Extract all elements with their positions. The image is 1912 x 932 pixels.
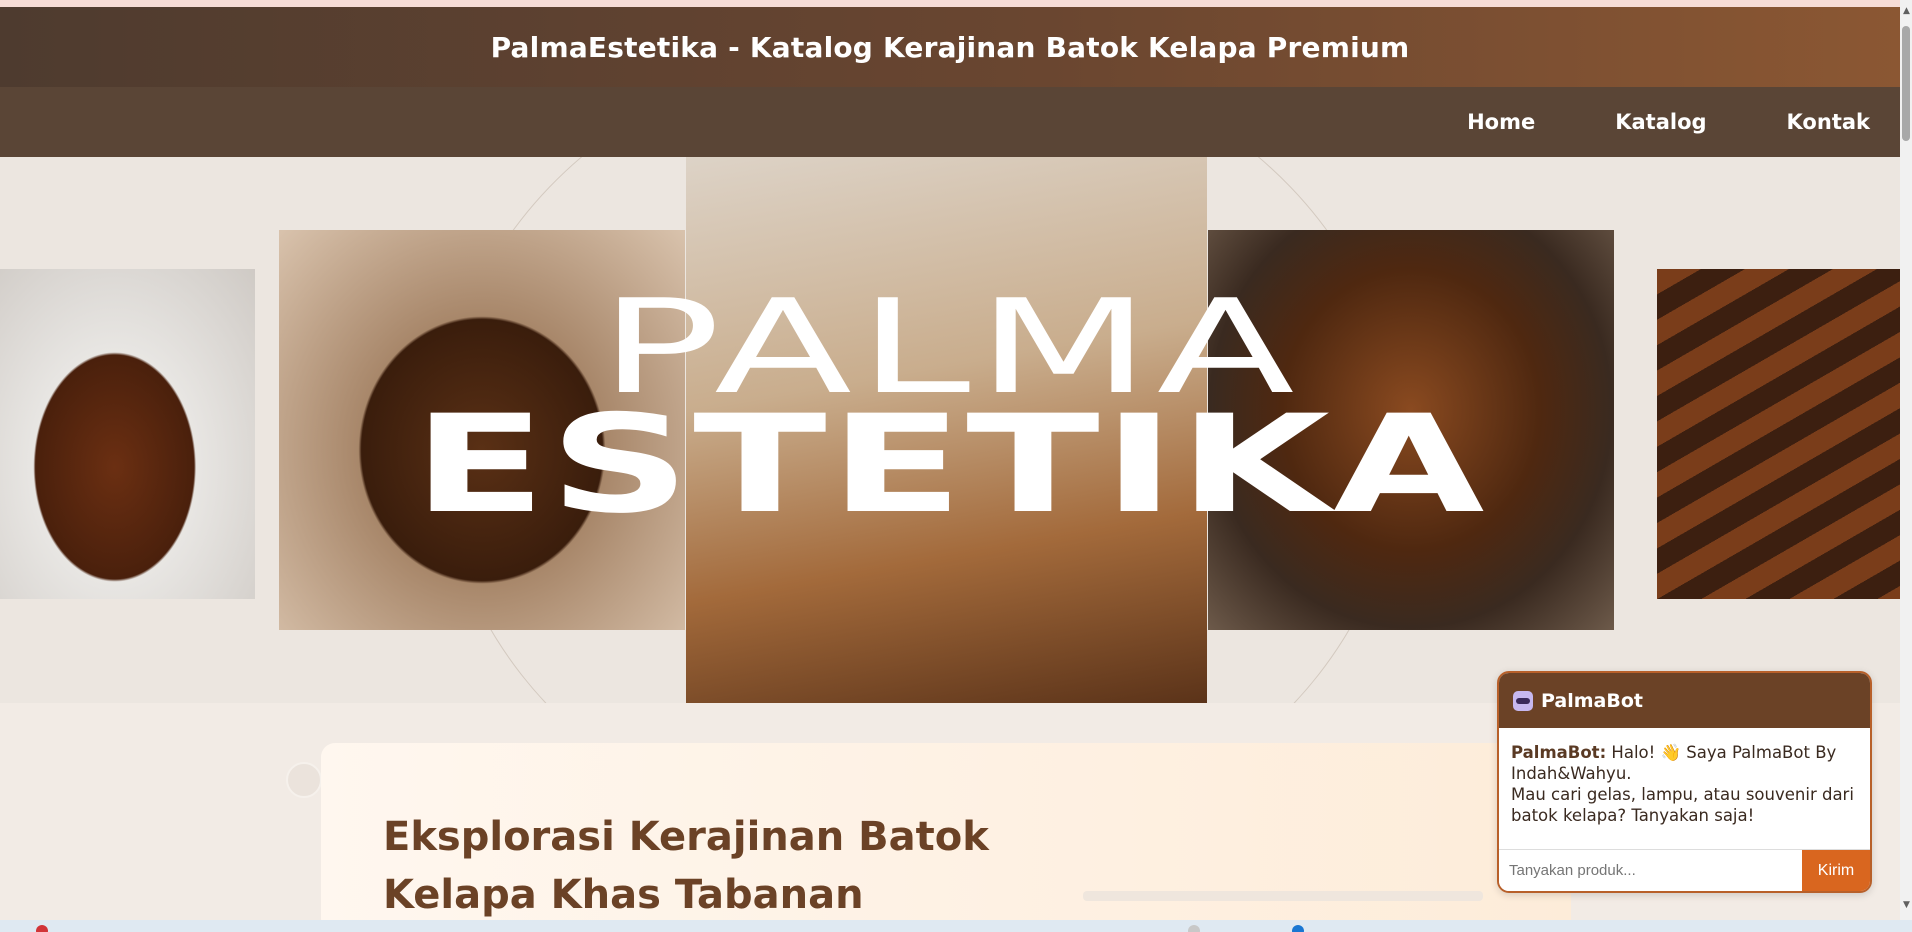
nav-kontak-link[interactable]: Kontak — [1787, 110, 1870, 134]
hero-image-coconut-glass — [279, 230, 685, 630]
feature-heading: Eksplorasi Kerajinan Batok Kelapa Khas T… — [383, 814, 989, 918]
taskbar-app-icon[interactable] — [1292, 925, 1304, 932]
chat-message: PalmaBot: Halo! 👋 Saya PalmaBot By Indah… — [1499, 728, 1870, 853]
taskbar-app-icon[interactable] — [1188, 925, 1200, 932]
scroll-up-icon[interactable]: ▲ — [1903, 6, 1910, 16]
hero-image-coconut-spoons — [1657, 269, 1900, 599]
page-scrollbar[interactable]: ▲ ▼ — [1900, 0, 1912, 920]
feature-image-edge — [1083, 891, 1483, 901]
chatbot-widget: PalmaBot PalmaBot: Halo! 👋 Saya PalmaBot… — [1497, 671, 1872, 893]
chat-input-row: Kirim — [1499, 849, 1870, 891]
hero-image-bird-sculpture — [686, 157, 1207, 703]
feature-card: Eksplorasi Kerajinan Batok Kelapa Khas T… — [321, 743, 1571, 932]
chatbot-title: PalmaBot — [1541, 689, 1643, 712]
nav-katalog-link[interactable]: Katalog — [1615, 110, 1706, 134]
hero-image-coconut-box — [0, 269, 255, 599]
scroll-down-icon[interactable]: ▼ — [1903, 900, 1910, 910]
chat-send-button[interactable]: Kirim — [1802, 850, 1870, 891]
nav-home-link[interactable]: Home — [1467, 110, 1535, 134]
taskbar-app-icon[interactable] — [36, 925, 48, 932]
scrollbar-thumb[interactable] — [1902, 26, 1910, 141]
hero-image-coconut-bowl — [1208, 230, 1614, 630]
decor-circle — [286, 762, 322, 798]
robot-icon — [1513, 690, 1533, 711]
chatbot-header: PalmaBot — [1499, 673, 1870, 728]
site-title: PalmaEstetika - Katalog Kerajinan Batok … — [490, 30, 1410, 64]
top-border — [0, 0, 1900, 7]
site-header: PalmaEstetika - Katalog Kerajinan Batok … — [0, 7, 1900, 87]
main-nav: Home Katalog Kontak — [0, 87, 1900, 157]
chat-sender: PalmaBot: — [1511, 743, 1607, 762]
os-taskbar — [0, 920, 1912, 932]
hero-banner: PALMA ESTETIKA — [0, 157, 1900, 703]
chat-message-line2: Mau cari gelas, lampu, atau souvenir dar… — [1511, 785, 1854, 825]
chat-input[interactable] — [1499, 850, 1802, 891]
